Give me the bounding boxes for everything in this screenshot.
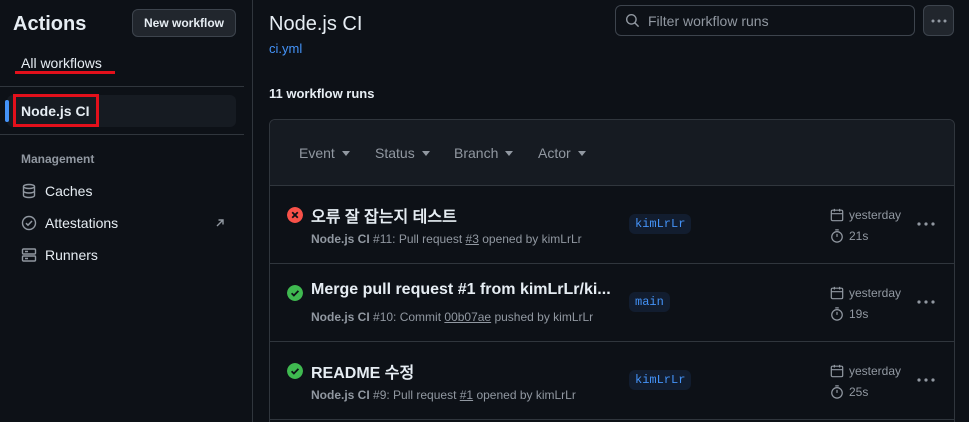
caret-down-icon: [577, 150, 586, 156]
x-circle-icon: [287, 207, 303, 223]
check-circle-icon: [21, 215, 37, 231]
check-circle-fill-icon: [287, 363, 303, 379]
run-date-text: yesterday: [849, 208, 902, 222]
sidebar-divider: [0, 134, 244, 135]
run-date-text: yesterday: [849, 286, 902, 300]
filter-label: Status: [375, 145, 415, 161]
filter-actor[interactable]: Actor: [538, 145, 586, 161]
server-icon: [21, 248, 37, 262]
stopwatch-icon: [831, 385, 843, 399]
sidebar-item-attestations[interactable]: Attestations: [21, 213, 118, 233]
database-icon: [22, 183, 36, 199]
sidebar-title: Actions: [13, 13, 87, 35]
sidebar-item-label: Runners: [45, 247, 98, 263]
run-workflow-name: Node.js CI: [311, 310, 370, 324]
run-meta-text: #10: Commit: [369, 310, 445, 324]
main-content: Node.js CI ci.yml Filter workflow runs 1…: [254, 0, 969, 422]
external-link-icon: [216, 219, 224, 227]
run-duration: 19s: [830, 307, 868, 321]
run-meta-text: opened by kimLrLr: [473, 388, 576, 402]
filter-branch[interactable]: Branch: [454, 145, 514, 161]
sidebar-item-label: Attestations: [45, 215, 119, 231]
sidebar-item-all-workflows[interactable]: All workflows: [21, 55, 102, 71]
kebab-horizontal-icon[interactable]: [917, 300, 935, 304]
run-duration-text: 21s: [849, 229, 869, 243]
kebab-horizontal-icon: [931, 19, 946, 22]
run-meta: Node.js CI #9: Pull request #1 opened by…: [311, 388, 576, 402]
workflow-run-count: 11 workflow runs: [269, 86, 375, 101]
workflow-run-row[interactable]: 오류 잘 잡는지 테스트 Node.js CI #11: Pull reques…: [270, 186, 954, 264]
active-indicator: [5, 100, 9, 122]
run-meta-text: pushed by kimLrLr: [491, 310, 594, 324]
annotation-box: [13, 94, 99, 127]
more-options-button[interactable]: [923, 5, 954, 36]
calendar-icon: [830, 364, 844, 378]
run-duration-text: 25s: [849, 385, 869, 399]
run-duration-text: 19s: [849, 307, 869, 321]
sidebar-item-label: Caches: [45, 183, 93, 199]
run-date: yesterday: [830, 208, 901, 222]
run-duration: 21s: [830, 229, 868, 243]
run-meta: Node.js CI #10: Commit 00b07ae pushed by…: [311, 310, 593, 324]
check-circle-fill-icon: [287, 285, 303, 301]
filter-runs-search[interactable]: Filter workflow runs: [615, 5, 915, 36]
filters-bar: Event Status Branch Actor: [270, 120, 954, 186]
management-heading: Management: [21, 152, 95, 166]
filter-label: Actor: [538, 145, 571, 161]
run-meta-link[interactable]: #3: [466, 232, 479, 246]
run-title[interactable]: 오류 잘 잡는지 테스트: [311, 203, 457, 227]
run-meta-text: opened by kimLrLr: [478, 232, 582, 246]
run-date: yesterday: [830, 286, 901, 300]
run-meta-link[interactable]: #1: [460, 388, 473, 402]
workflow-file-link[interactable]: ci.yml: [269, 41, 302, 56]
sidebar-item-runners[interactable]: Runners: [21, 245, 98, 265]
run-date: yesterday: [830, 364, 901, 378]
calendar-icon: [830, 286, 844, 300]
calendar-icon: [830, 208, 844, 222]
run-meta-text: #11: Pull request: [369, 232, 466, 246]
stopwatch-icon: [831, 307, 843, 321]
annotation-underline: [15, 71, 115, 74]
run-workflow-name: Node.js CI: [311, 232, 370, 246]
search-icon: [625, 13, 640, 28]
sidebar-item-caches[interactable]: Caches: [21, 181, 92, 201]
run-date-text: yesterday: [849, 364, 902, 378]
branch-badge[interactable]: kimLrLr: [629, 214, 692, 234]
run-title[interactable]: README 수정: [311, 359, 414, 383]
workflow-run-row[interactable]: Merge pull request #1 from kimLrLr/ki...…: [270, 264, 954, 342]
new-workflow-button[interactable]: New workflow: [132, 9, 236, 37]
run-duration: 25s: [830, 385, 868, 399]
filter-label: Event: [299, 145, 335, 161]
page-title: Node.js CI: [269, 13, 363, 35]
sidebar: Actions New workflow All workflows Node.…: [0, 0, 253, 422]
kebab-horizontal-icon[interactable]: [917, 222, 935, 226]
filter-label: Branch: [454, 145, 499, 161]
run-meta-link[interactable]: 00b07ae: [444, 310, 491, 324]
branch-badge[interactable]: kimLrLr: [629, 370, 692, 390]
caret-down-icon: [421, 150, 430, 156]
stopwatch-icon: [831, 229, 843, 243]
workflow-run-row[interactable]: README 수정 Node.js CI #9: Pull request #1…: [270, 342, 954, 420]
sidebar-divider: [0, 86, 244, 87]
run-meta-text: #9: Pull request: [369, 388, 460, 402]
filter-status[interactable]: Status: [375, 145, 430, 161]
workflow-runs-list: Event Status Branch Actor 오류 잘 잡는지 테스트 N…: [269, 119, 955, 422]
caret-down-icon: [505, 150, 514, 156]
run-title[interactable]: Merge pull request #1 from kimLrLr/ki...: [311, 281, 611, 299]
search-placeholder: Filter workflow runs: [648, 12, 769, 29]
run-workflow-name: Node.js CI: [311, 388, 370, 402]
caret-down-icon: [341, 150, 350, 156]
kebab-horizontal-icon[interactable]: [917, 378, 935, 382]
run-meta: Node.js CI #11: Pull request #3 opened b…: [311, 232, 582, 246]
branch-badge[interactable]: main: [629, 292, 670, 312]
filter-event[interactable]: Event: [299, 145, 350, 161]
